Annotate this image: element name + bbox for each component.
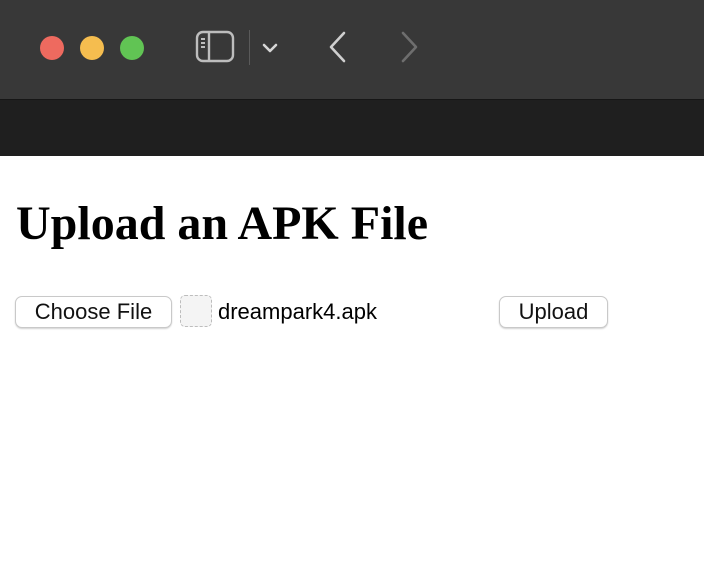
chevron-down-icon xyxy=(262,43,278,53)
title-bar xyxy=(0,0,704,100)
minimize-window-button[interactable] xyxy=(80,36,104,60)
page-content: Upload an APK File Choose File dreampark… xyxy=(0,156,704,586)
upload-button[interactable]: Upload xyxy=(499,296,608,328)
forward-button[interactable] xyxy=(396,30,424,64)
chevron-left-icon xyxy=(329,31,346,63)
selected-file-name: dreampark4.apk xyxy=(218,299,377,324)
browser-window: Upload an APK File Choose File dreampark… xyxy=(0,0,704,586)
tab-bar xyxy=(0,100,704,156)
close-window-button[interactable] xyxy=(40,36,64,60)
file-icon xyxy=(180,295,212,327)
sidebar-menu-button[interactable] xyxy=(260,38,280,58)
zoom-window-button[interactable] xyxy=(120,36,144,60)
choose-file-button[interactable]: Choose File xyxy=(15,296,172,328)
page-title: Upload an APK File xyxy=(16,197,429,250)
sidebar-toggle-button[interactable] xyxy=(194,30,236,64)
toolbar-divider xyxy=(249,30,250,65)
sidebar-icon xyxy=(195,30,235,63)
chevron-right-icon xyxy=(401,31,418,63)
back-button[interactable] xyxy=(324,30,352,64)
